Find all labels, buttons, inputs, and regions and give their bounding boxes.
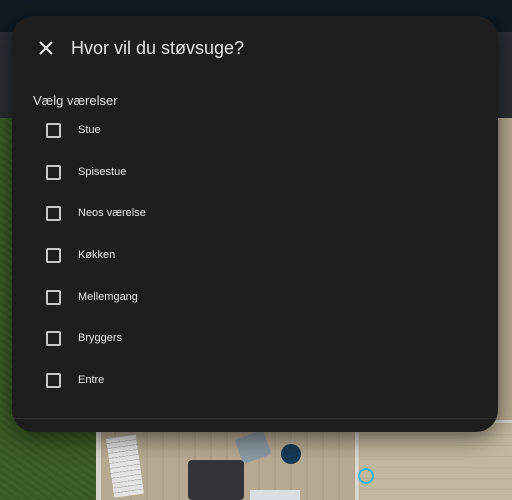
room-checkbox[interactable] (46, 206, 61, 222)
room-label: Neos værelse (78, 207, 146, 220)
room-checkbox[interactable] (46, 164, 61, 180)
room-label: Køkken (78, 249, 116, 262)
room-checkbox[interactable] (46, 331, 61, 347)
room-option-spisestue[interactable]: Spisestue (12, 151, 498, 193)
close-button[interactable] (34, 36, 58, 60)
room-label: Mellemgang (78, 290, 138, 303)
room-label: Entre (78, 374, 105, 387)
room-selection-dialog: Hvor vil du støvsuge? Vælg værelser Stue… (12, 16, 498, 432)
room-checkbox[interactable] (46, 123, 61, 138)
room-option-neos-vaerelse[interactable]: Neos værelse (12, 192, 498, 234)
vacuum-robot-icon (358, 468, 374, 484)
room-checkbox[interactable] (46, 373, 61, 389)
room-label: Stue (78, 124, 101, 136)
floor-plan-sofa (188, 460, 244, 500)
floor-plan-floor-room (360, 422, 512, 500)
floor-plan-plant (281, 444, 301, 464)
dialog-title: Hvor vil du støvsuge? (71, 38, 245, 58)
rooms-section-label: Vælg værelser (33, 93, 118, 108)
dialog-footer-divider (12, 418, 498, 419)
room-option-bryggers[interactable]: Bryggers (12, 317, 498, 359)
close-icon (39, 41, 53, 55)
room-option-stue[interactable]: Stue (12, 109, 498, 151)
room-label: Spisestue (78, 165, 127, 178)
floor-plan-wall (355, 422, 359, 500)
room-list: Stue Spisestue Neos værelse Køkken Melle… (12, 109, 498, 401)
room-option-koekken[interactable]: Køkken (12, 234, 498, 276)
dialog-header: Hvor vil du støvsuge? (12, 16, 498, 80)
room-option-mellemgang[interactable]: Mellemgang (12, 276, 498, 318)
room-label: Bryggers (78, 332, 123, 345)
room-checkbox[interactable] (46, 289, 61, 305)
room-option-entre[interactable]: Entre (12, 359, 498, 401)
floor-plan-table (250, 490, 300, 500)
room-checkbox[interactable] (46, 248, 61, 264)
